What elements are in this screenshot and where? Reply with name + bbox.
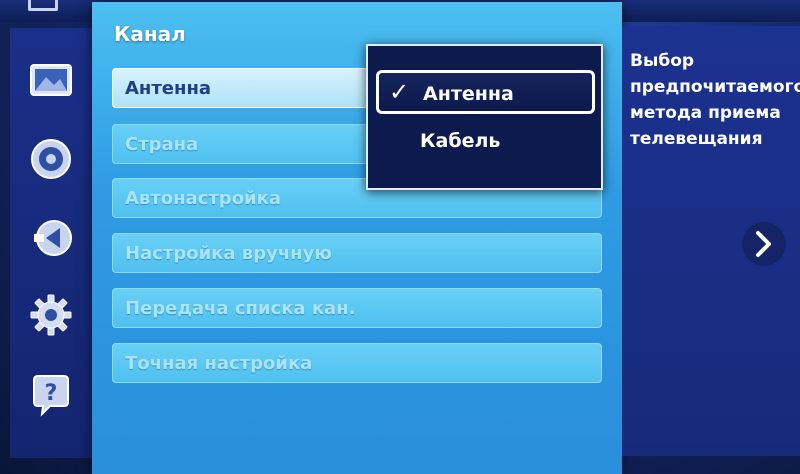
antenna-type-dropdown: ✓ Антенна Кабель <box>366 44 603 190</box>
svg-text:?: ? <box>45 381 58 406</box>
menu-item-label: Автонастройка <box>125 188 282 209</box>
help-description: Выбор предпочитаемого метода приема теле… <box>630 51 800 149</box>
broadcast-icon[interactable] <box>28 216 74 262</box>
menu-item-fine-tuning[interactable]: Точная настройка <box>112 343 602 383</box>
panel-title: Канал <box>114 22 186 46</box>
menu-item-label: Настройка вручную <box>125 243 332 264</box>
sound-icon[interactable] <box>28 136 74 182</box>
chevron-right-icon <box>756 231 771 257</box>
menu-item-label: Точная настройка <box>125 353 313 374</box>
dropdown-option-label: Кабель <box>420 130 501 152</box>
settings-gear-icon[interactable] <box>28 292 74 338</box>
dropdown-option-label: Антенна <box>423 83 514 105</box>
next-page-button[interactable] <box>742 222 786 266</box>
menu-item-label: Антенна <box>125 78 212 99</box>
menu-item-manual-tuning[interactable]: Настройка вручную <box>112 233 602 273</box>
checkmark-icon: ✓ <box>389 78 410 106</box>
sidebar-icon-rail: ? <box>10 28 94 458</box>
help-question-icon[interactable]: ? <box>28 372 74 418</box>
dropdown-option-cable[interactable]: Кабель <box>376 120 595 164</box>
menu-item-label: Передача списка кан. <box>125 298 356 319</box>
dropdown-option-antenna[interactable]: ✓ Антенна <box>376 70 595 114</box>
menu-item-label: Страна <box>125 134 199 155</box>
menu-item-channel-list-transfer[interactable]: Передача списка кан. <box>112 288 602 328</box>
top-corner-icon <box>28 0 58 11</box>
picture-icon[interactable] <box>28 58 74 104</box>
